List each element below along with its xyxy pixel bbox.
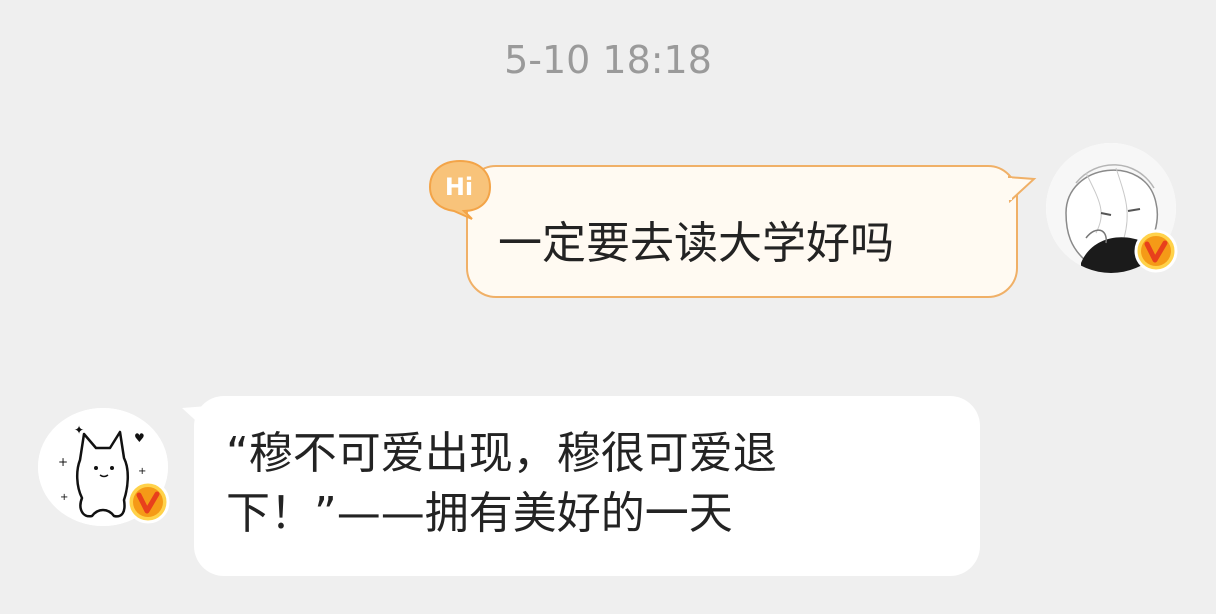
vip-badge-icon [1134,229,1178,273]
message-line: “穆不可爱出现，穆很可爱退 [226,428,777,479]
svg-text:♥: ♥ [134,431,145,445]
svg-text:+: + [58,455,68,469]
svg-text:✦: ✦ [74,423,84,437]
hi-bubble-icon: Hi [426,157,494,221]
outgoing-message-text: 一定要去读大学好吗 [498,218,894,269]
incoming-bubble-tail [182,406,208,430]
hi-badge-label: Hi [445,173,473,201]
vip-badge-icon [126,480,170,524]
incoming-message-text: “穆不可爱出现，穆很可爱退 下！”——拥有美好的一天 [226,424,926,544]
message-timestamp: 5-10 18:18 [504,38,712,82]
outgoing-bubble-tail [1008,175,1037,203]
svg-text:+: + [60,492,68,503]
message-line: 下！”——拥有美好的一天 [226,488,733,539]
svg-text:+: + [138,466,146,477]
chat-view: 5-10 18:18 一定要去读大学好吗 Hi ✦ ♥ + + + “穆不可爱出… [0,0,1216,614]
